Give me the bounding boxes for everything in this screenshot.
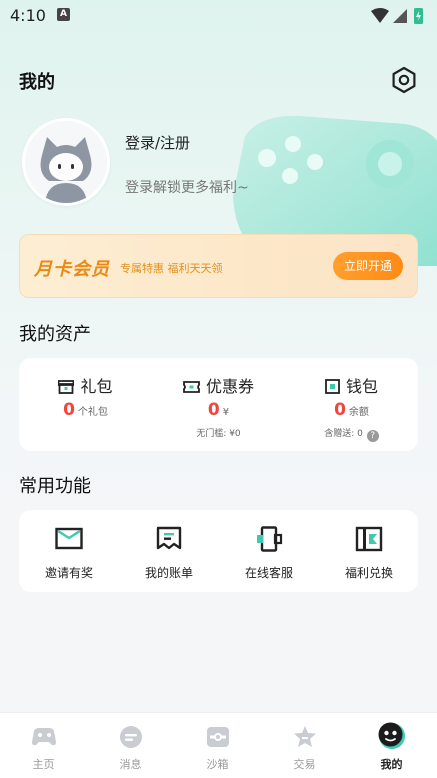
asset-coupon-label: 优惠券 (205, 377, 254, 396)
gift-box-icon (58, 380, 75, 394)
functions-card: 邀请有奖 我的账单 在线客服 福利兑换 (19, 510, 418, 592)
gamepad-icon (32, 728, 56, 746)
profile-screen: 4:10 A 我的 登录/注册 登录解锁更多福利~ 月卡会员 专属特惠 福利天天… (0, 0, 437, 778)
notification-icon: A (57, 8, 70, 21)
asset-wallet-value: 0 (334, 400, 346, 420)
asset-wallet-note-text: 含赠送: 0 (324, 429, 363, 439)
message-icon (120, 726, 142, 748)
avatar[interactable] (22, 118, 110, 206)
asset-coupon-note: 无门槛: ¥0 (196, 429, 241, 439)
asset-coupon-value: 0 (207, 400, 220, 420)
nav-trade-label: 交易 (293, 758, 316, 771)
function-bill[interactable]: 我的账单 (119, 510, 219, 592)
wallet-icon (325, 379, 340, 394)
asset-wallet[interactable]: 钱包 0 余额 含赠送: 0? (285, 358, 418, 451)
function-customer-service[interactable]: 在线客服 (219, 510, 319, 592)
function-bill-label: 我的账单 (144, 566, 193, 580)
asset-gift-label: 礼包 (80, 377, 113, 396)
login-subtitle: 登录解锁更多福利~ (125, 180, 249, 196)
sandbox-icon (207, 727, 229, 747)
nav-mine[interactable]: 我的 (348, 713, 435, 778)
avatar-placeholder-icon (25, 121, 107, 203)
asset-coupon-unit: ¥ (222, 407, 230, 418)
asset-coupon[interactable]: 优惠券 0 ¥ 无门槛: ¥0 (152, 358, 285, 451)
asset-gift-unit: 个礼包 (77, 407, 108, 418)
bill-icon (156, 526, 182, 550)
signal-icon (393, 9, 407, 23)
mine-icon (378, 722, 405, 749)
coupon-icon (183, 381, 200, 393)
assets-card: 礼包 0 个礼包 优惠券 0 ¥ 无门槛: ¥0 钱包 0 余额 含赠送: 0 … (19, 358, 418, 451)
asset-wallet-label: 钱包 (345, 377, 378, 396)
login-register-link[interactable]: 登录/注册 (125, 132, 190, 153)
function-customer-service-label: 在线客服 (244, 566, 293, 580)
settings-icon[interactable] (390, 66, 418, 94)
nav-messages-label: 消息 (119, 758, 142, 771)
vip-banner[interactable]: 月卡会员 专属特惠 福利天天领 立即开通 (19, 234, 418, 298)
nav-home-label: 主页 (32, 758, 55, 771)
exchange-icon (355, 526, 383, 552)
asset-gift-value: 0 (63, 400, 75, 420)
functions-section-title: 常用功能 (19, 476, 91, 497)
status-bar: 4:10 A (0, 0, 437, 32)
function-exchange[interactable]: 福利兑换 (319, 510, 419, 592)
nav-messages[interactable]: 消息 (87, 713, 174, 778)
help-icon[interactable]: ? (366, 430, 379, 442)
asset-wallet-unit: 余额 (348, 407, 369, 418)
customer-service-icon (257, 526, 283, 552)
nav-sandbox-label: 沙箱 (206, 758, 229, 771)
nav-trade[interactable]: 交易 (261, 713, 348, 778)
nav-home[interactable]: 主页 (0, 713, 87, 778)
asset-gift[interactable]: 礼包 0 个礼包 (19, 358, 152, 451)
function-invite-label: 邀请有奖 (44, 566, 93, 580)
envelope-icon (55, 527, 83, 550)
function-invite[interactable]: 邀请有奖 (19, 510, 119, 592)
page-title: 我的 (19, 72, 55, 93)
wifi-icon (371, 8, 389, 23)
vip-subtitle: 专属特惠 福利天天领 (120, 262, 223, 275)
vip-title: 月卡会员 (34, 259, 110, 280)
bottom-nav: 主页 消息 沙箱 交易 我的 (0, 712, 437, 778)
status-time: 4:10 (10, 6, 46, 25)
nav-mine-label: 我的 (380, 758, 403, 771)
status-icons (371, 8, 423, 24)
nav-sandbox[interactable]: 沙箱 (174, 713, 261, 778)
asset-wallet-note: 含赠送: 0? (285, 426, 418, 442)
trade-icon (294, 726, 316, 747)
vip-open-button[interactable]: 立即开通 (333, 252, 403, 280)
assets-section-title: 我的资产 (19, 324, 91, 345)
function-exchange-label: 福利兑换 (344, 566, 393, 580)
